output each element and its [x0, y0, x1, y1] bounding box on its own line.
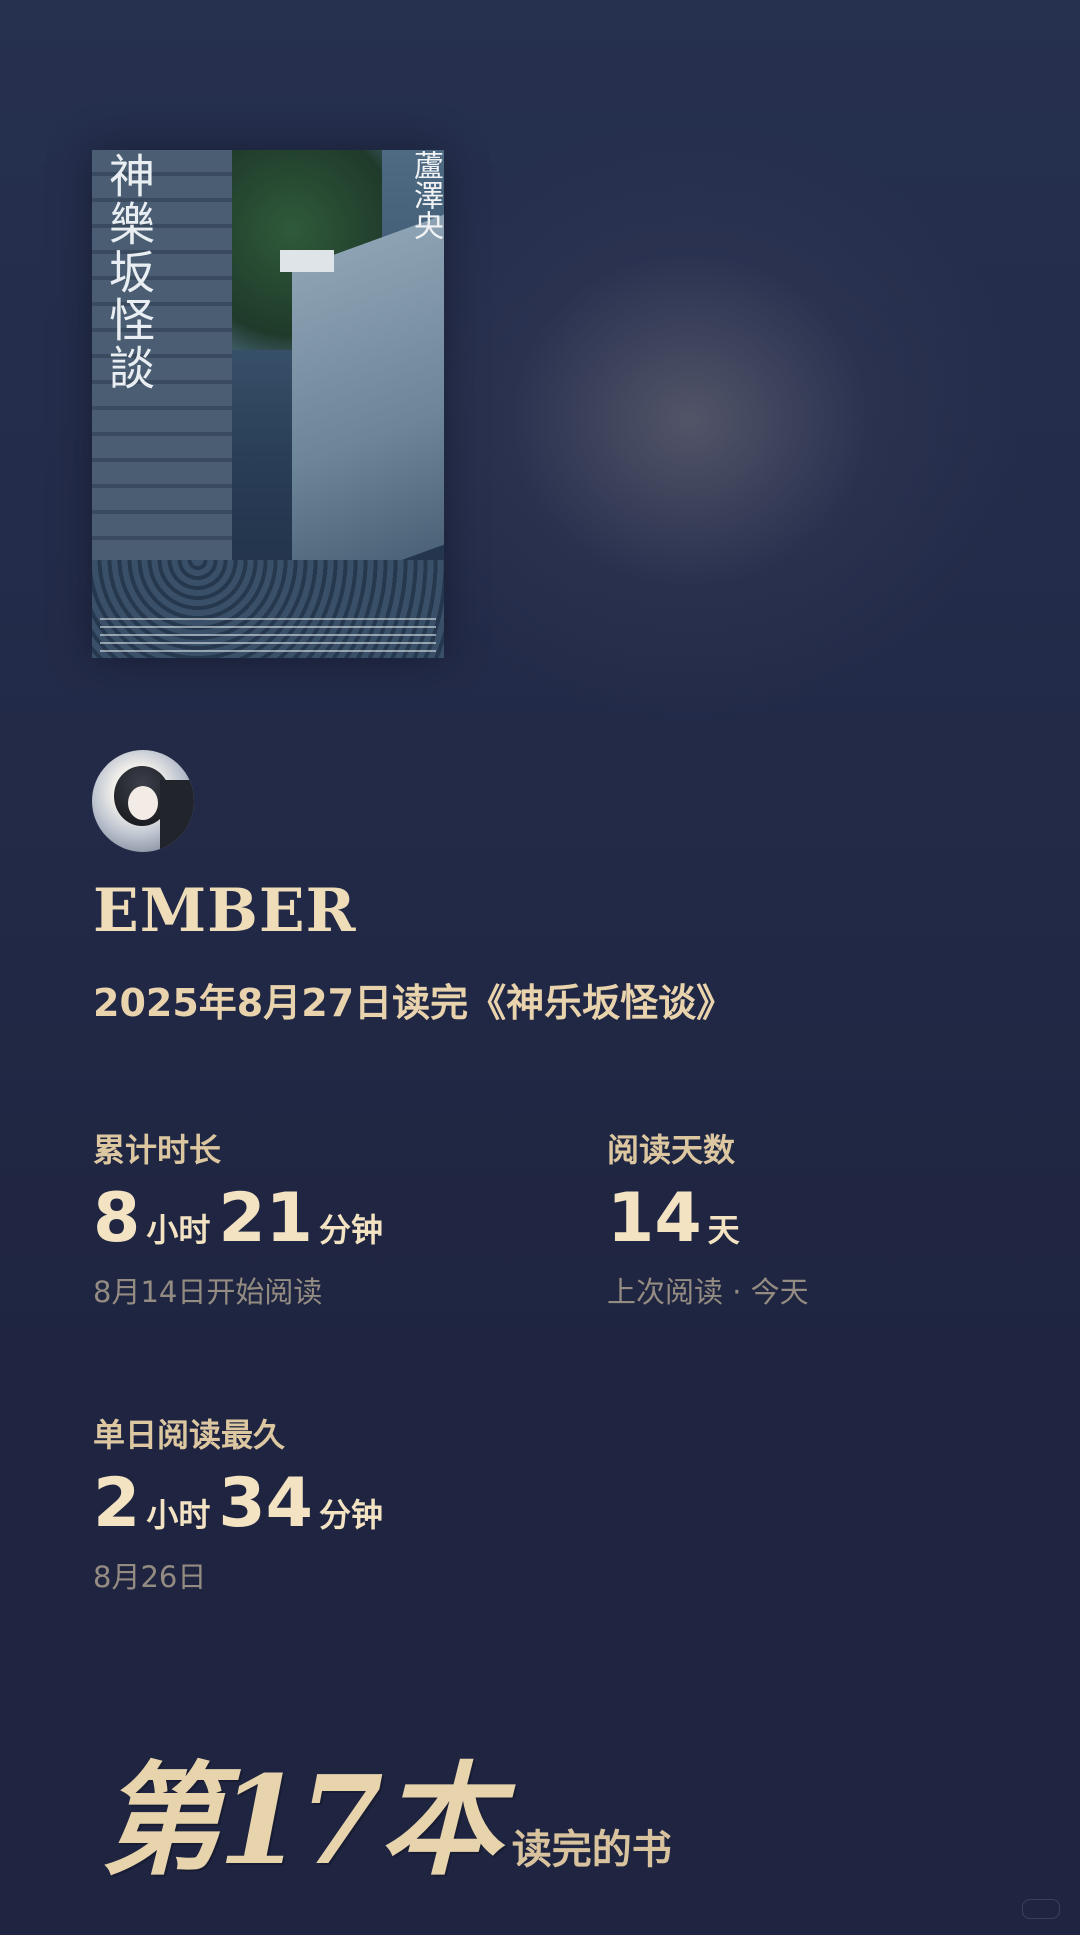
total-minutes: 21	[218, 1179, 313, 1258]
book-count-caption: 读完的书	[511, 1827, 672, 1873]
stat-reading-days-label: 阅读天数	[607, 1131, 736, 1169]
days-count: 14	[607, 1179, 702, 1258]
avatar-shadow	[160, 780, 194, 852]
watermark-icon	[1022, 1899, 1060, 1919]
avatar-face	[128, 786, 158, 820]
total-hours: 8	[93, 1179, 141, 1258]
cover-author: 蘆澤央	[408, 150, 443, 240]
longest-hours: 2	[93, 1464, 141, 1543]
avatar[interactable]	[92, 750, 194, 852]
username: EMBER	[93, 876, 357, 946]
longest-minutes: 34	[218, 1464, 313, 1543]
stat-total-time-value: 8 小时 21 分钟	[93, 1185, 391, 1253]
stat-reading-days-value: 14 天	[607, 1185, 809, 1253]
book-count-banner: 第17本 读完的书	[100, 1722, 672, 1899]
longest-minutes-unit: 分钟	[318, 1496, 383, 1534]
stat-total-time: 累计时长 8 小时 21 分钟 8月14日开始阅读	[93, 1125, 391, 1311]
cover-blurb-lines	[100, 618, 436, 652]
cover-street-wall-art	[292, 214, 444, 600]
longest-hours-unit: 小时	[146, 1496, 211, 1534]
stat-total-time-label: 累计时长	[93, 1131, 222, 1169]
days-unit: 天	[707, 1211, 740, 1249]
total-minutes-unit: 分钟	[318, 1211, 383, 1249]
longest-date-text: 8月26日	[93, 1560, 207, 1594]
finish-date-text: 2025年8月27日读完《神乐坂怪谈》	[93, 981, 735, 1025]
stat-longest-day-value: 2 小时 34 分钟	[93, 1470, 391, 1538]
total-hours-unit: 小时	[146, 1211, 211, 1249]
start-date-text: 8月14日开始阅读	[93, 1275, 323, 1309]
last-read-text: 上次阅读 · 今天	[607, 1275, 809, 1309]
book-cover[interactable]: 神樂坂怪談 蘆澤央	[92, 150, 444, 658]
book-count-number: 第17本	[100, 1748, 502, 1892]
cover-sign-art	[280, 250, 334, 272]
stat-reading-days: 阅读天数 14 天 上次阅读 · 今天	[607, 1125, 809, 1311]
stat-longest-day-label: 单日阅读最久	[93, 1416, 286, 1454]
cover-title: 神樂坂怪談	[102, 152, 156, 392]
stat-longest-day: 单日阅读最久 2 小时 34 分钟 8月26日	[93, 1410, 391, 1596]
